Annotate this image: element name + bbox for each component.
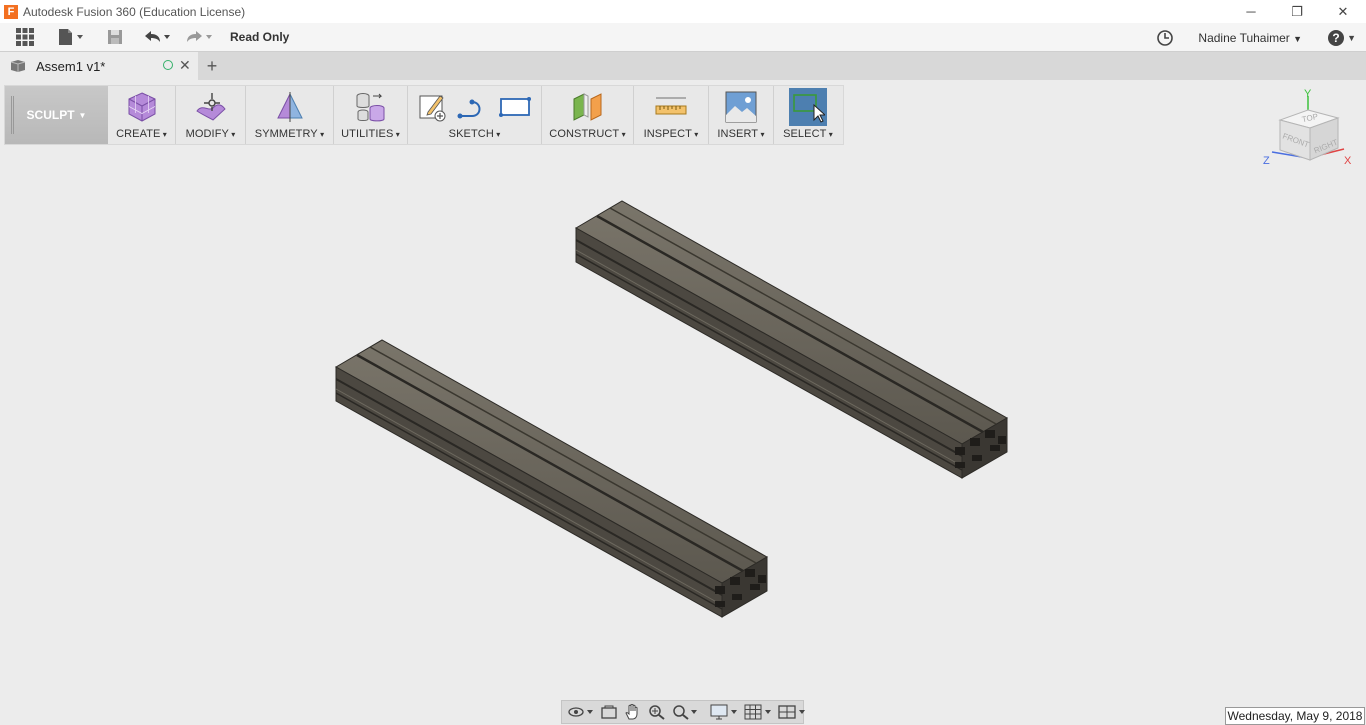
monitor-icon <box>710 704 737 720</box>
insert-label: INSERT <box>717 128 764 140</box>
utilities-icon <box>356 93 384 122</box>
select-group[interactable]: SELECT <box>774 86 842 144</box>
close-tab-button[interactable]: ✕ <box>179 57 191 74</box>
minimize-button[interactable]: ─ <box>1228 0 1274 23</box>
tab-assem1[interactable]: Assem1 v1* ✕ <box>0 52 198 80</box>
navigation-bar <box>561 700 806 724</box>
system-date-tooltip: Wednesday, May 9, 2018 <box>1225 707 1365 725</box>
modify-label: MODIFY <box>186 128 236 140</box>
zoom-window-icon <box>673 705 697 720</box>
look-at-button[interactable] <box>600 703 618 721</box>
save-icon <box>108 30 122 44</box>
create-group[interactable]: CREATE <box>108 86 176 144</box>
fusion-app-icon: F <box>4 4 18 19</box>
construct-group[interactable]: CONSTRUCT <box>542 86 634 144</box>
new-tab-button[interactable]: + <box>198 52 226 80</box>
pan-button[interactable] <box>624 703 642 721</box>
symmetry-group[interactable]: SYMMETRY <box>246 86 334 144</box>
extrusion-profile-1[interactable] <box>334 339 769 618</box>
undo-button[interactable] <box>140 25 174 49</box>
canvas-viewport[interactable] <box>0 150 1366 698</box>
tab-label: Assem1 v1* <box>36 58 106 74</box>
component-icon <box>10 60 26 72</box>
file-menu-button[interactable] <box>54 25 88 49</box>
zoom-button[interactable] <box>648 703 666 721</box>
viewports-icon <box>778 705 805 719</box>
insert-image-icon <box>725 91 757 123</box>
workspace-label: SCULPT <box>26 108 75 122</box>
fit-button[interactable] <box>672 703 698 721</box>
grid-apps-icon <box>16 28 34 46</box>
select-window-icon <box>793 94 825 123</box>
insert-group[interactable]: INSERT <box>709 86 774 144</box>
user-name: Nadine Tuhaimer <box>1198 30 1290 45</box>
sketch-label: SKETCH <box>449 128 501 140</box>
read-only-label: Read Only <box>230 30 290 44</box>
workspace-switcher[interactable]: SCULPT ▼ <box>5 86 108 144</box>
chevron-down-icon: ▼ <box>1347 32 1356 43</box>
measure-icon <box>655 97 687 115</box>
job-status-button[interactable] <box>1156 26 1174 50</box>
quick-access-toolbar: Read Only Nadine Tuhaimer ▼ ? ▼ <box>0 23 1366 52</box>
close-window-button[interactable]: ✕ <box>1320 0 1366 23</box>
utilities-group[interactable]: UTILITIES <box>334 86 408 144</box>
select-tool-button[interactable] <box>789 88 827 126</box>
look-at-icon <box>601 705 617 719</box>
create-label: CREATE <box>116 128 167 140</box>
chevron-down-icon: ▼ <box>1293 33 1303 44</box>
undo-icon <box>145 31 170 42</box>
symmetry-icon <box>276 92 303 122</box>
pan-hand-icon <box>625 704 638 720</box>
redo-icon <box>187 31 212 42</box>
help-icon: ? <box>1328 29 1345 46</box>
title-bar: F Autodesk Fusion 360 (Education License… <box>0 0 1366 23</box>
utilities-label: UTILITIES <box>341 128 400 140</box>
create-box-icon <box>128 92 155 122</box>
modify-group[interactable]: MODIFY <box>176 86 246 144</box>
save-status-indicator <box>163 60 173 70</box>
qat-right-group: Nadine Tuhaimer ▼ ? ▼ <box>1156 23 1356 52</box>
viewports-button[interactable] <box>778 703 806 721</box>
grid-icon <box>744 704 771 720</box>
edit-form-icon <box>195 93 226 121</box>
construct-label: CONSTRUCT <box>549 128 625 140</box>
window-controls: ─ ❐ ✕ <box>1228 0 1366 23</box>
axis-label-y: Y <box>1304 88 1312 100</box>
symmetry-label: SYMMETRY <box>255 128 324 140</box>
chevron-down-icon: ▼ <box>78 110 87 120</box>
rectangle-icon <box>498 97 531 117</box>
inspect-group[interactable]: INSPECT <box>634 86 709 144</box>
file-icon <box>59 29 83 45</box>
create-sketch-icon <box>419 95 445 122</box>
save-button[interactable] <box>100 25 130 49</box>
sketch-group[interactable]: SKETCH <box>408 86 542 144</box>
extrusion-profile-2[interactable] <box>574 200 1009 479</box>
line-icon <box>457 99 480 119</box>
select-label: SELECT <box>783 128 833 140</box>
toolbar-ribbon: SCULPT ▼ CREATE MODIFY <box>4 85 844 145</box>
orbit-button[interactable] <box>568 703 594 721</box>
zoom-icon <box>649 705 665 720</box>
restore-button[interactable]: ❐ <box>1274 0 1320 23</box>
window-title: Autodesk Fusion 360 (Education License) <box>23 4 246 19</box>
clock-icon <box>1157 29 1174 46</box>
help-button[interactable]: ? ▼ <box>1328 26 1356 50</box>
orbit-icon <box>568 707 593 717</box>
grid-settings-button[interactable] <box>744 703 772 721</box>
redo-button[interactable] <box>182 25 216 49</box>
inspect-label: INSPECT <box>644 128 699 140</box>
ribbon-grip <box>11 96 14 134</box>
data-panel-button[interactable] <box>8 25 42 49</box>
offset-plane-icon <box>573 93 601 121</box>
document-tab-bar: Assem1 v1* ✕ + <box>0 52 1366 80</box>
user-account-menu[interactable]: Nadine Tuhaimer ▼ <box>1198 31 1302 45</box>
display-settings-button[interactable] <box>710 703 738 721</box>
